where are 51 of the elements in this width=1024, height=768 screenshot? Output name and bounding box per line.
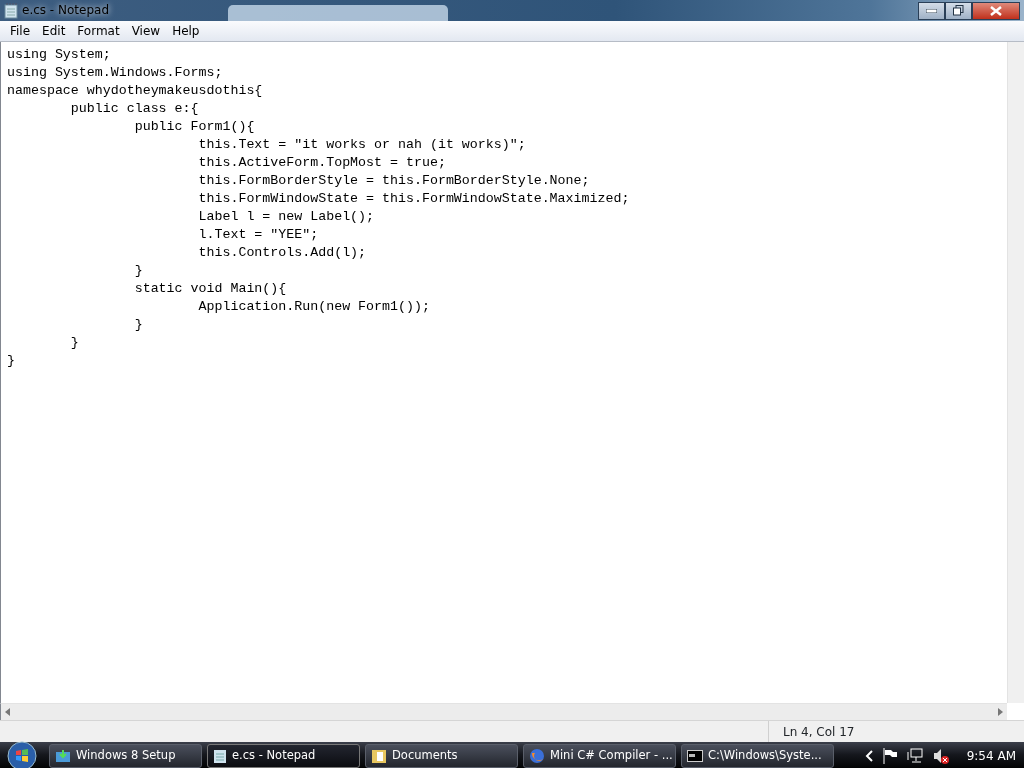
taskbar-button[interactable]: e.cs - Notepad (207, 744, 360, 768)
scroll-right-icon[interactable] (998, 708, 1003, 716)
code-line: static void Main(){ (133, 280, 287, 298)
code-line: } (133, 316, 143, 334)
code-line: this.Text = "it works or nah (it works)"; (197, 136, 526, 154)
code-line: this.ActiveForm.TopMost = true; (197, 154, 446, 172)
window-title: e.cs - Notepad (22, 2, 109, 19)
vertical-scrollbar[interactable] (1007, 42, 1024, 703)
flag-icon[interactable] (882, 748, 897, 764)
notepad-icon (4, 2, 18, 19)
minimize-icon (926, 8, 937, 13)
installer-icon (55, 749, 71, 763)
globe-icon (529, 748, 545, 764)
code-line: this.Controls.Add(l); (197, 244, 367, 262)
code-line: this.FormWindowState = this.FormWindowState.Maximized; (197, 190, 630, 208)
menu-item[interactable]: View (125, 21, 167, 41)
minimize-button[interactable] (918, 1, 945, 20)
network-icon[interactable] (906, 748, 923, 764)
taskbar-button[interactable]: Mini C# Compiler - ... (523, 744, 676, 768)
notepad-icon (213, 748, 227, 764)
taskbar-button[interactable]: C:\Windows\Syste... (681, 744, 834, 768)
code-line: Label l = new Label(); (197, 208, 375, 226)
code-line: public class e:{ (69, 100, 199, 118)
code-line: } (69, 334, 79, 352)
code-line: namespace whydotheymakeusdothis{ (7, 82, 263, 100)
console-icon (687, 750, 703, 762)
close-icon (990, 5, 1002, 16)
code-line: using System.Windows.Forms; (7, 64, 223, 82)
code-line: this.FormBorderStyle = this.FormBorderStyle.None; (197, 172, 590, 190)
code-line: Application.Run(new Form1()); (197, 298, 430, 316)
menu-item[interactable]: Format (71, 21, 126, 41)
clock[interactable]: 9:54 AM (966, 747, 1016, 765)
code-line: public Form1(){ (133, 118, 255, 136)
start-button[interactable] (7, 741, 37, 768)
show-hidden-icons-icon[interactable] (864, 750, 873, 762)
code-line: } (7, 352, 15, 370)
menu-item[interactable]: File (4, 21, 37, 41)
maximize-button[interactable] (945, 1, 972, 20)
menu-item[interactable]: Edit (36, 21, 72, 41)
code-line: using System; (7, 46, 111, 64)
taskbar-button[interactable]: Documents (365, 744, 518, 768)
scroll-left-icon[interactable] (5, 708, 10, 716)
code-line: l.Text = "YEE"; (197, 226, 319, 244)
code-line: } (133, 262, 143, 280)
menu-item[interactable]: Help (166, 21, 206, 41)
taskbar-button[interactable]: Windows 8 Setup (49, 744, 202, 768)
folder-icon (371, 748, 387, 764)
maximize-icon (953, 5, 964, 16)
close-button[interactable] (972, 1, 1020, 20)
cursor-position: Ln 4, Col 17 (783, 725, 855, 739)
muted-speaker-icon[interactable] (932, 748, 949, 764)
